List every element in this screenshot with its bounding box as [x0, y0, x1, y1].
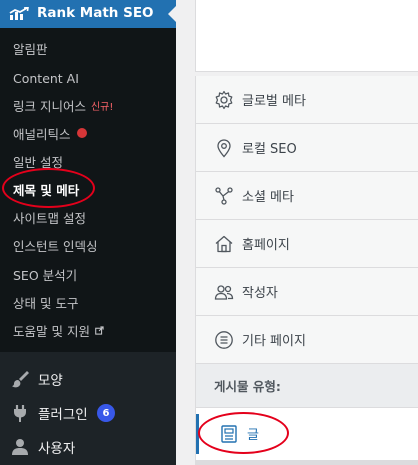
sidebar-item-plugins[interactable]: 플러그인 6: [0, 396, 176, 430]
titles-meta-settings-nav: 글로벌 메타 로컬 SEO 소셜 메타 홈페이지 작성자 기타 페이지 게시물 …: [195, 76, 418, 465]
sidebar-item-appearance[interactable]: 모양: [0, 362, 176, 396]
notification-dot: [76, 128, 87, 138]
gear-icon: [215, 90, 233, 109]
nav-item-social-meta[interactable]: 소셜 메타: [196, 172, 418, 220]
post-document-icon: [221, 425, 237, 443]
nav-item-homepage[interactable]: 홈페이지: [196, 220, 418, 268]
share-nodes-icon: [215, 186, 233, 205]
submenu-item-sitemap-settings[interactable]: 사이트맵 설정: [13, 207, 86, 227]
plugin-icon: [14, 405, 26, 422]
submenu-item-help-support[interactable]: 도움말 및 지원: [13, 320, 104, 340]
home-icon: [215, 235, 233, 252]
submenu-item-content-ai[interactable]: Content AI: [13, 68, 79, 88]
submenu-item-titles-meta[interactable]: 제목 및 메타: [13, 179, 79, 199]
rank-math-submenu: 알림판 Content AI 링크 지니어스 신규! 애널리틱스 일반 설정 제…: [0, 28, 176, 352]
nav-item-misc-pages[interactable]: 기타 페이지: [196, 316, 418, 364]
sidebar-item-label: 모양: [38, 373, 63, 389]
nav-item-authors[interactable]: 작성자: [196, 268, 418, 316]
external-link-icon: [95, 325, 104, 335]
nav-item-posts[interactable]: 글: [196, 414, 418, 454]
current-menu-arrow: [168, 6, 176, 22]
nav-bottom-divider: [196, 460, 418, 465]
submenu-item-status-tools[interactable]: 상태 및 도구: [13, 292, 78, 312]
sidebar-item-rank-math-seo[interactable]: Rank Math SEO: [0, 0, 176, 28]
content-header-box: [195, 0, 418, 72]
rank-math-chart-icon: [9, 7, 29, 20]
sidebar-item-users[interactable]: 사용자: [0, 430, 176, 464]
post-types-section-heading: 게시물 유형:: [196, 364, 418, 408]
submenu-item-analytics[interactable]: 애널리틱스: [13, 123, 87, 143]
submenu-item-seo-analyzer[interactable]: SEO 분석기: [13, 264, 77, 284]
submenu-item-dashboard[interactable]: 알림판: [13, 38, 48, 58]
user-icon: [12, 439, 28, 455]
users-icon: [214, 284, 234, 300]
nav-item-global-meta[interactable]: 글로벌 메타: [196, 76, 418, 124]
sidebar-header-label: Rank Math SEO: [37, 5, 154, 21]
location-pin-icon: [217, 138, 231, 157]
submenu-item-instant-indexing[interactable]: 인스턴트 인덱싱: [13, 235, 97, 255]
new-badge: 신규!: [90, 101, 114, 113]
paintbrush-icon: [12, 371, 29, 388]
list-circle-icon: [215, 330, 233, 349]
submenu-item-link-genius[interactable]: 링크 지니어스 신규!: [13, 95, 113, 115]
plugin-update-count-badge: 6: [97, 404, 115, 422]
nav-item-local-seo[interactable]: 로컬 SEO: [196, 124, 418, 172]
sidebar-item-label: 플러그인: [38, 407, 88, 423]
admin-sidebar: Rank Math SEO 알림판 Content AI 링크 지니어스 신규!…: [0, 0, 176, 465]
sidebar-item-label: 사용자: [38, 441, 76, 457]
submenu-item-general-settings[interactable]: 일반 설정: [13, 151, 63, 171]
